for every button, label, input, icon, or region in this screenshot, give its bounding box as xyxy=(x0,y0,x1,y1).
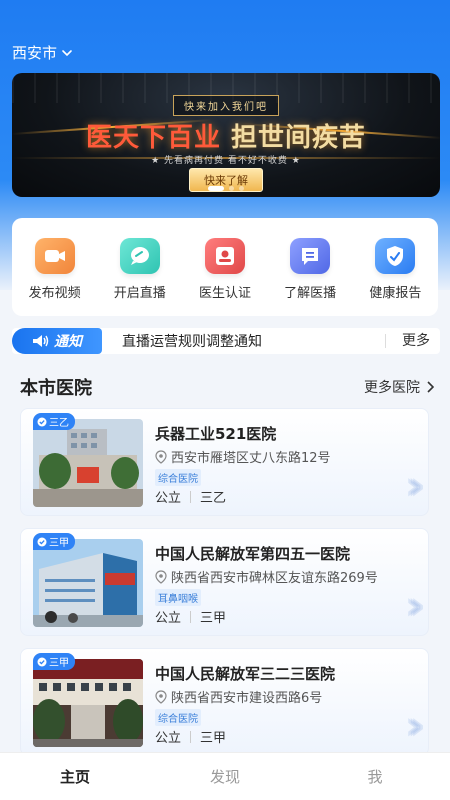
city-selector[interactable]: 西安市 xyxy=(12,42,73,63)
notice-text[interactable]: 直播运营规则调整通知 xyxy=(122,331,385,351)
hospital-type-tag: 综合医院 xyxy=(155,709,201,726)
hospital-type-tag: 耳鼻咽喉 xyxy=(155,589,201,606)
tab-discover[interactable]: 发现 xyxy=(150,753,300,800)
hospital-photo xyxy=(33,659,143,747)
hospital-tags: 公立 三甲 xyxy=(155,610,227,626)
hospital-name: 兵器工业521医院 xyxy=(155,425,277,443)
hospital-tags: 公立 三乙 xyxy=(155,490,227,506)
promo-banner[interactable]: 快来加入我们吧 医天下百业 担世间疾苦 ★ 先看病再付费 看不好不收费 ★ 快来… xyxy=(12,73,440,197)
tab-me[interactable]: 我 xyxy=(300,753,450,800)
bottom-tab-bar: 主页 发现 我 xyxy=(0,752,450,800)
hospital-address: 西安市雁塔区丈八东路12号 xyxy=(155,447,331,466)
more-hospitals-link[interactable]: 更多医院 xyxy=(364,377,434,397)
hospital-address: 陕西省西安市建设西路6号 xyxy=(155,687,322,706)
quick-item-start-live[interactable]: 开启直播 xyxy=(101,237,179,301)
chevron-decoration-icon: ››› xyxy=(404,463,427,509)
chevron-decoration-icon: ››› xyxy=(404,583,427,629)
check-icon xyxy=(37,657,47,666)
hospital-name: 中国人民解放军三二三医院 xyxy=(155,665,336,683)
tab-home[interactable]: 主页 xyxy=(0,753,150,800)
grade-badge: 三甲 xyxy=(33,533,75,550)
hospital-photo xyxy=(33,419,143,507)
hospital-address: 陕西省西安市碑林区友谊东路269号 xyxy=(155,567,378,586)
quick-item-publish-video[interactable]: 发布视频 xyxy=(16,237,94,301)
notice-tag: 通知 xyxy=(12,328,102,354)
local-hospitals-header: 本市医院 更多医院 xyxy=(20,374,434,400)
location-pin-icon xyxy=(155,569,167,584)
hospital-card[interactable]: 三乙 兵器工业521医院 西安市雁塔区丈八东路12号 综合医院 公立 三乙 ››› xyxy=(20,408,429,516)
hospital-photo xyxy=(33,539,143,627)
video-camera-icon xyxy=(34,237,75,274)
notice-bar[interactable]: 通知 直播运营规则调整通知 更多 xyxy=(12,328,440,354)
chevron-down-icon xyxy=(62,49,72,56)
banner-title: 医天下百业 担世间疾苦 xyxy=(85,123,367,153)
quick-menu: 发布视频 开启直播 医生认证 了解医播 健康报告 xyxy=(12,218,438,316)
quick-item-health-report[interactable]: 健康报告 xyxy=(356,237,434,301)
banner-pagination xyxy=(208,186,244,191)
chevron-decoration-icon: ››› xyxy=(404,703,427,749)
hospital-card[interactable]: 三甲 中国人民解放军第四五一医院 陕西省西安市碑林区友谊东路269号 耳鼻咽喉 … xyxy=(20,528,429,636)
hospital-tags: 公立 三甲 xyxy=(155,730,227,746)
chevron-right-icon xyxy=(427,381,434,393)
hospital-card[interactable]: 三甲 中国人民解放军三二三医院 陕西省西安市建设西路6号 综合医院 公立 三甲 ›… xyxy=(20,648,429,756)
banner-tag: 快来加入我们吧 xyxy=(173,95,279,116)
location-pin-icon xyxy=(155,449,167,464)
speaker-icon xyxy=(33,335,49,347)
hand-shield-icon xyxy=(375,237,416,274)
city-label: 西安市 xyxy=(12,44,58,62)
grade-badge: 三乙 xyxy=(33,413,75,430)
quick-item-doctor-certification[interactable]: 医生认证 xyxy=(186,237,264,301)
quick-item-about[interactable]: 了解医播 xyxy=(271,237,349,301)
location-pin-icon xyxy=(155,689,167,704)
live-chat-icon xyxy=(119,237,160,274)
notice-more-link[interactable]: 更多 xyxy=(385,334,440,348)
doctor-badge-icon xyxy=(204,237,245,274)
section-title: 本市医院 xyxy=(20,378,92,399)
grade-badge: 三甲 xyxy=(33,653,75,670)
check-icon xyxy=(37,537,47,546)
check-icon xyxy=(37,417,47,426)
message-board-icon xyxy=(290,237,331,274)
banner-subtitle: ★ 先看病再付费 看不好不收费 ★ xyxy=(151,156,301,166)
hospital-name: 中国人民解放军第四五一医院 xyxy=(155,545,351,563)
hospital-type-tag: 综合医院 xyxy=(155,469,201,486)
